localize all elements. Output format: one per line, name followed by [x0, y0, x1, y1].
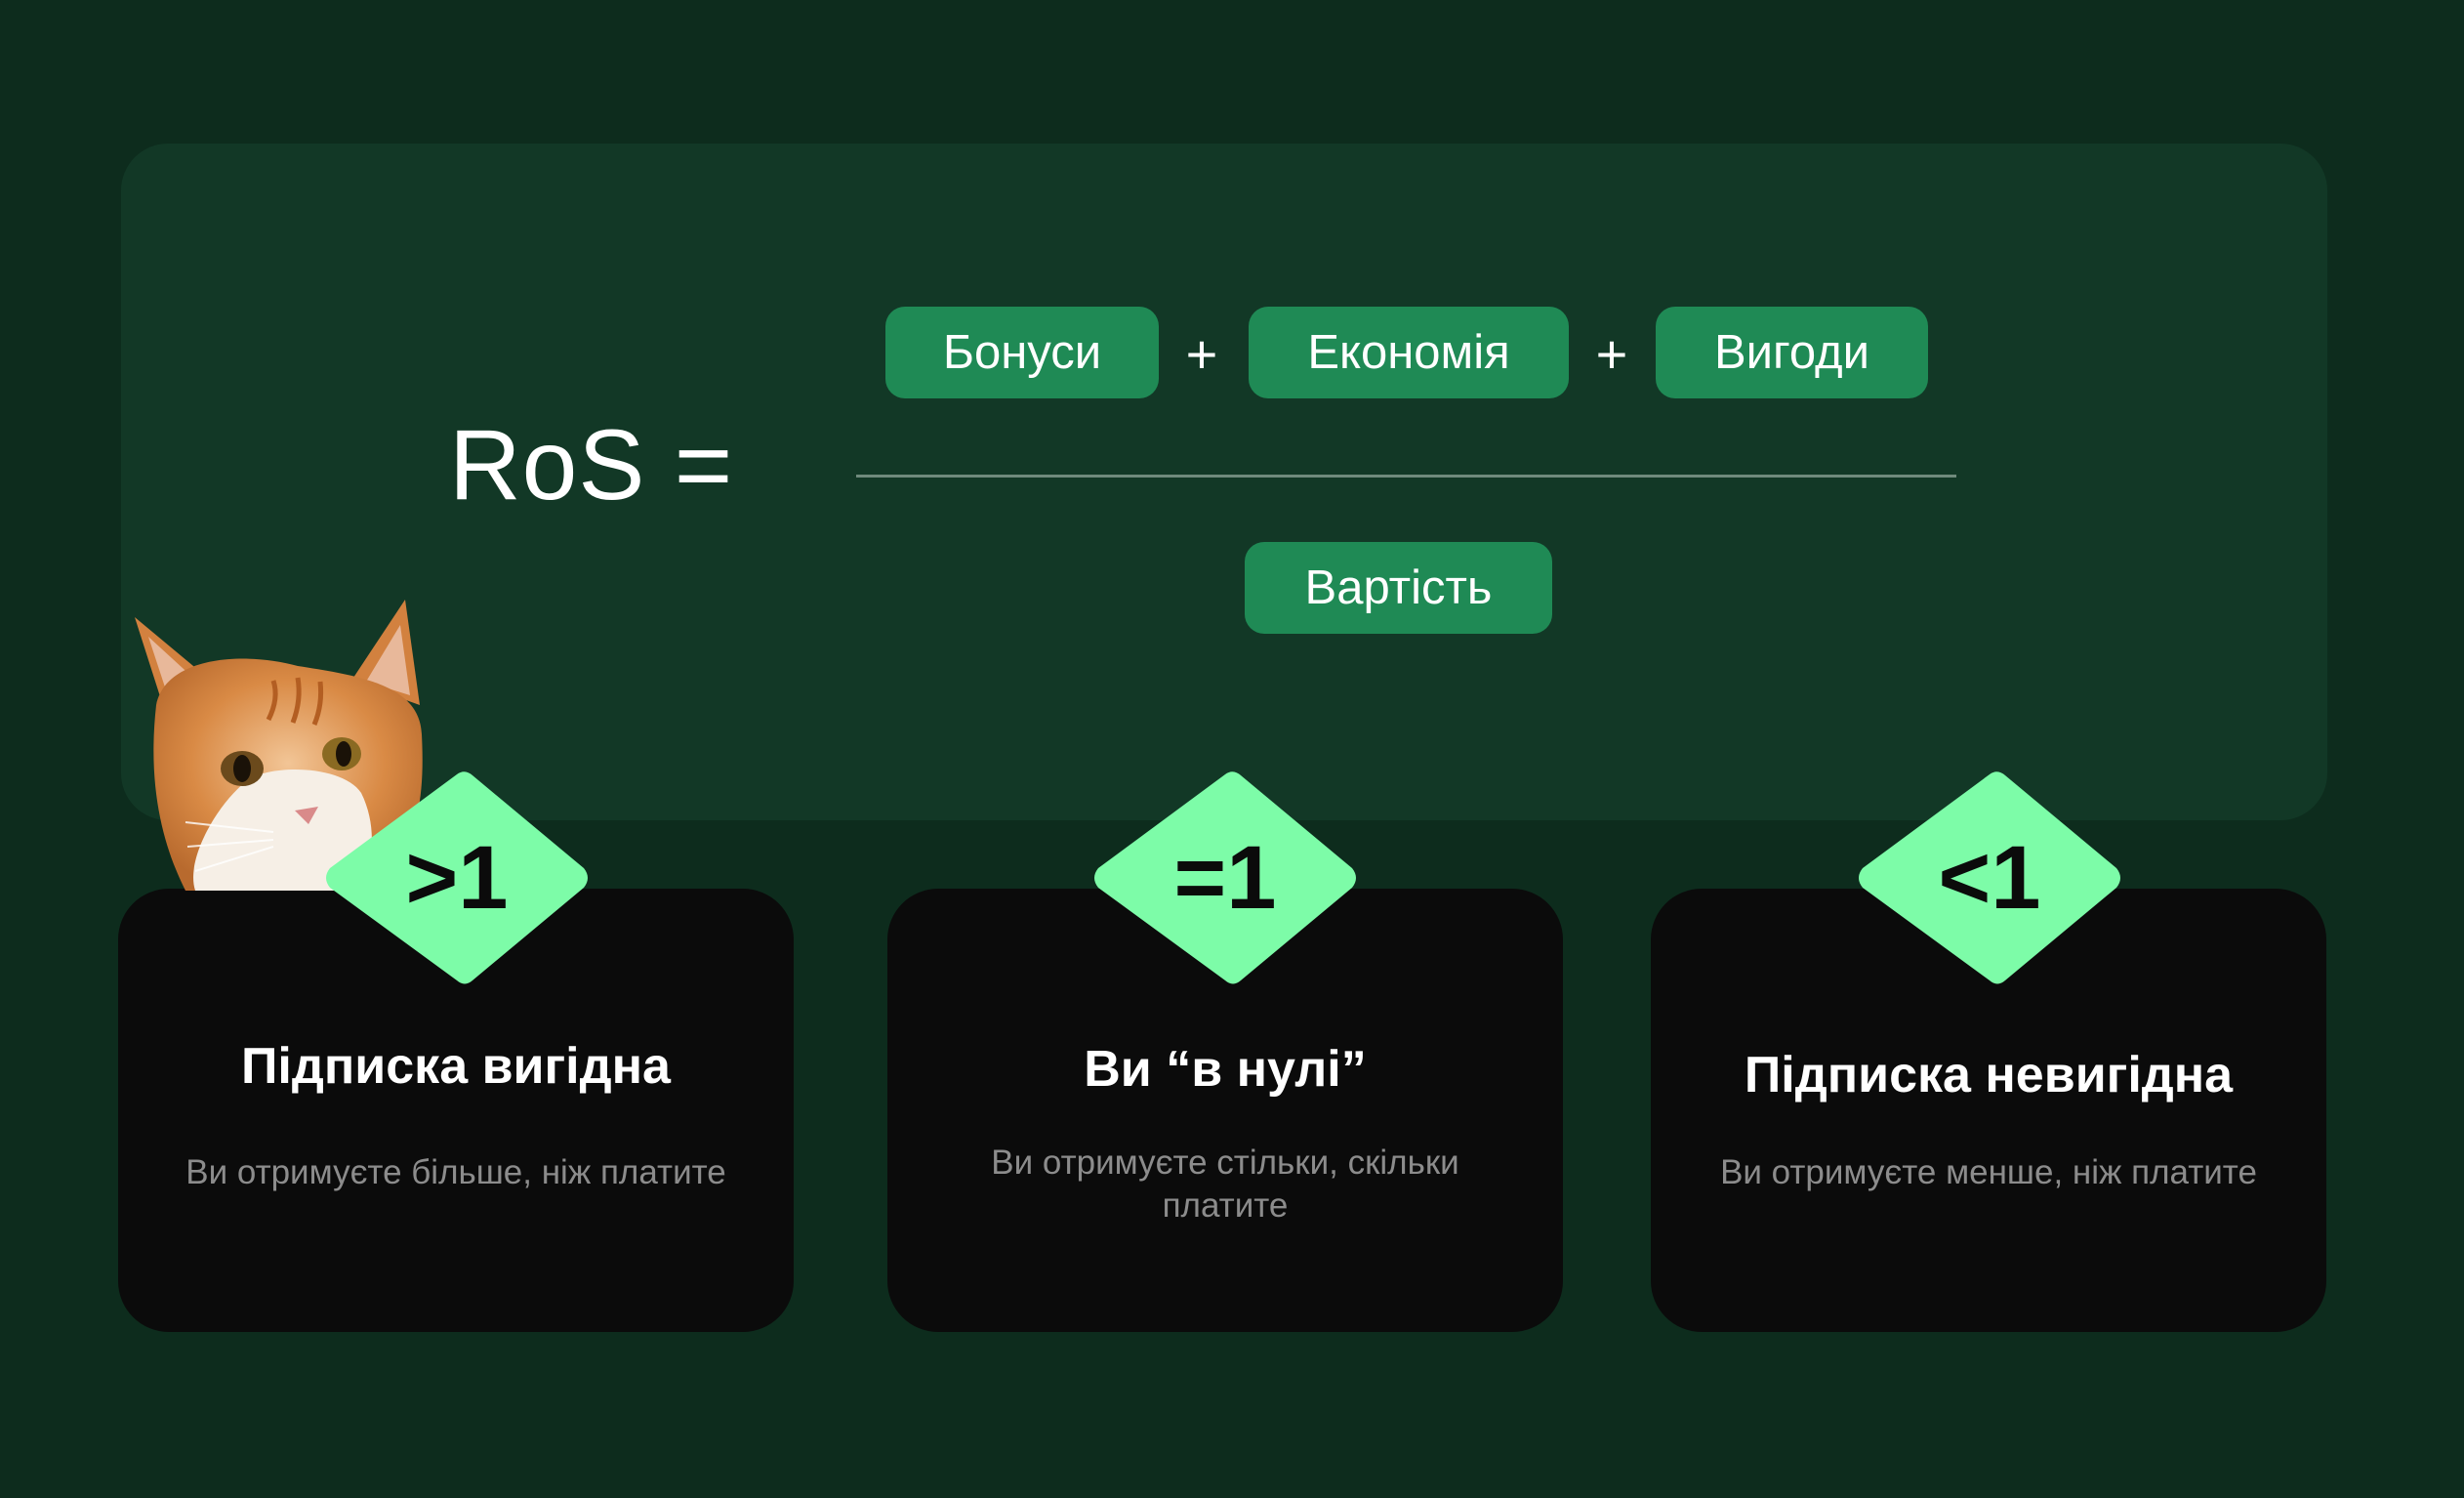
badge-greater-than-one: >1	[322, 769, 592, 987]
card-title: Підписка вигідна	[241, 1038, 671, 1095]
badge-label: >1	[405, 827, 509, 928]
numerator-term-benefits: Вигоди	[1656, 307, 1928, 398]
card-description: Ви отримуєте стільки, скільки платите	[991, 1144, 1459, 1225]
numerator-term-savings: Економія	[1249, 307, 1569, 398]
card-title: Ви “в нулі”	[1084, 1041, 1367, 1098]
denominator-term-cost: Вартість	[1245, 542, 1552, 634]
badge-label: <1	[1938, 827, 2041, 928]
fraction-line	[856, 475, 1956, 478]
badge-label: =1	[1173, 827, 1277, 928]
ros-label: RoS =	[449, 409, 734, 520]
card-description: Ви отримуєте більше, ніж платите	[185, 1153, 726, 1191]
plus-sign-1: +	[1185, 323, 1218, 385]
card-title: Підписка невигідна	[1744, 1047, 2234, 1103]
numerator-term-bonuses: Бонуси	[885, 307, 1159, 398]
plus-sign-2: +	[1595, 323, 1628, 385]
badge-less-than-one: <1	[1855, 769, 2124, 987]
badge-equals-one: =1	[1090, 769, 1360, 987]
card-description: Ви отримуєте менше, ніж платите	[1720, 1153, 2257, 1191]
